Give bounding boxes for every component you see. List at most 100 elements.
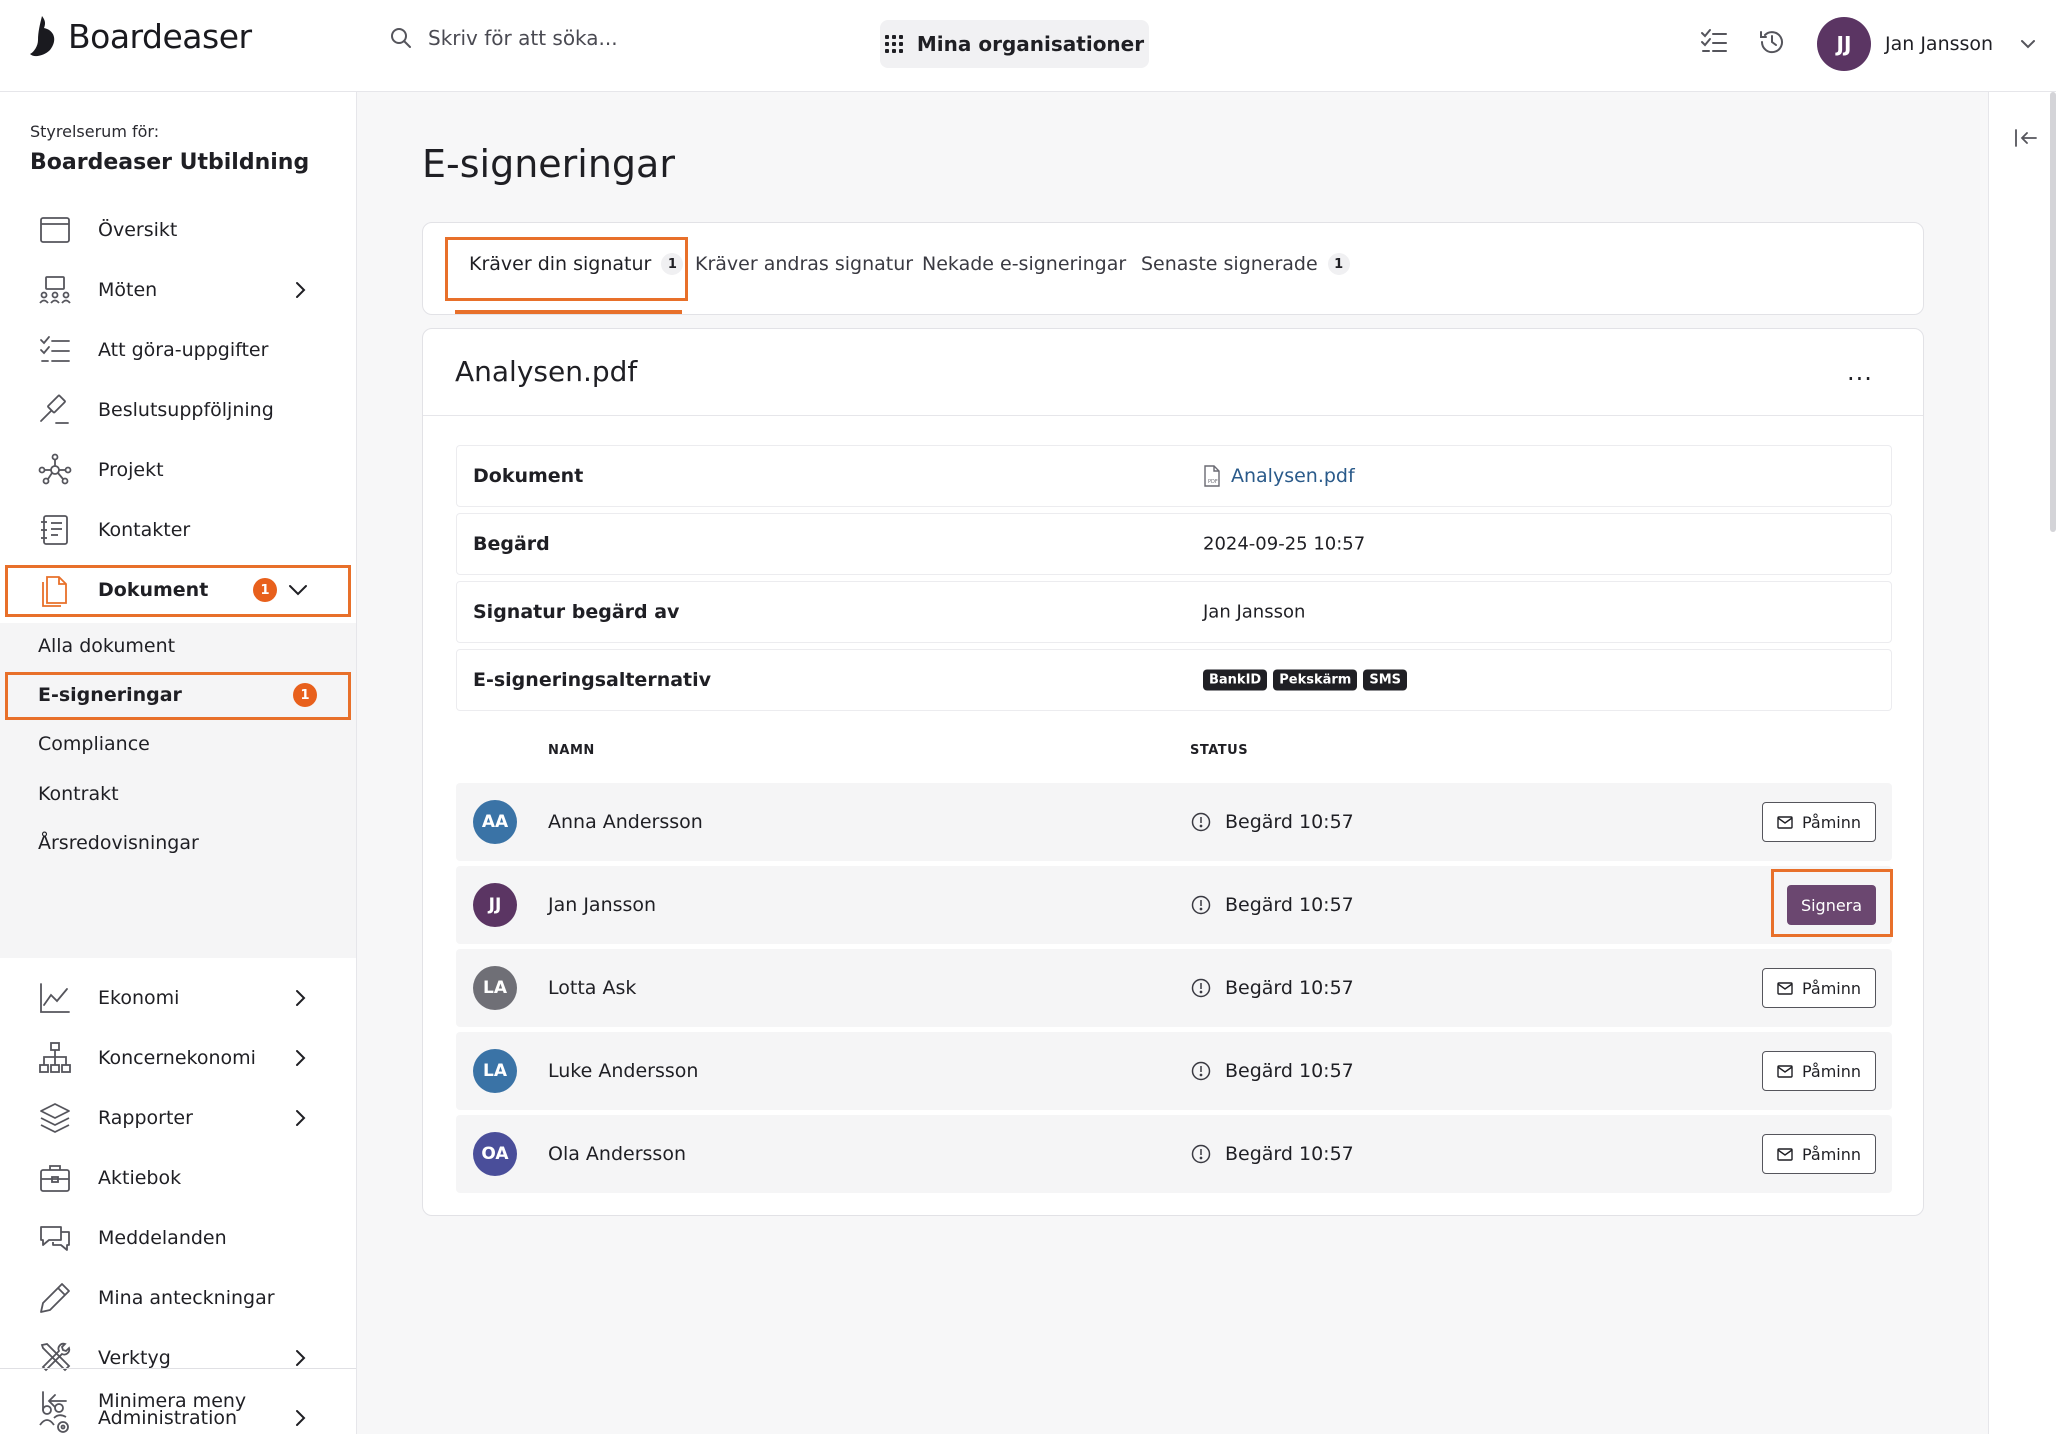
- top-bar: Boardeaser Skriv för att söka... Mina or…: [0, 0, 2056, 92]
- document-title: Analysen.pdf: [455, 355, 638, 388]
- remind-button[interactable]: Påminn: [1762, 1051, 1876, 1091]
- sidebar-item-moten[interactable]: Möten: [0, 262, 356, 318]
- submenu-item-label: Compliance: [38, 733, 150, 755]
- logo-text: Boardeaser: [68, 16, 252, 56]
- meetings-icon: [39, 276, 71, 304]
- expand-panel-button[interactable]: [2014, 128, 2038, 148]
- tab-kraver-din-signatur[interactable]: Kräver din signatur 1: [469, 253, 684, 275]
- document-card: Analysen.pdf ··· Dokument PDF Analysen.p…: [422, 328, 1924, 1216]
- sidebar-item-label: Meddelanden: [98, 1227, 227, 1249]
- collapse-left-icon: [2015, 129, 2037, 147]
- tab-senaste-signerade[interactable]: Senaste signerade 1: [1141, 253, 1350, 275]
- minimize-menu-button[interactable]: Minimera meny: [0, 1373, 356, 1429]
- collapse-left-icon: [42, 1391, 67, 1411]
- logo[interactable]: Boardeaser: [28, 14, 252, 58]
- status-text: Begärd 10:57: [1225, 977, 1354, 999]
- user-menu[interactable]: JJ Jan Jansson: [1817, 17, 2037, 71]
- search-input[interactable]: Skriv för att söka...: [428, 26, 618, 50]
- sidebar-item-aktiebok[interactable]: Aktiebok: [0, 1150, 356, 1206]
- sidebar-item-label: Projekt: [98, 459, 164, 481]
- remind-button[interactable]: Påminn: [1762, 968, 1876, 1008]
- avatar: JJ: [473, 883, 517, 927]
- submenu-item-arsredovisningar[interactable]: Årsredovisningar: [0, 820, 356, 866]
- org-chart-icon: [39, 1042, 71, 1073]
- clock-alert-icon: [1191, 1061, 1211, 1081]
- mail-icon: [1777, 1147, 1793, 1161]
- chevron-down-icon: [2021, 40, 2036, 49]
- org-name: Boardeaser Utbildning: [30, 150, 310, 175]
- sidebar-item-label: Beslutsuppföljning: [98, 399, 274, 421]
- sidebar-item-mina-anteckningar[interactable]: Mina anteckningar: [0, 1270, 356, 1326]
- document-link[interactable]: Analysen.pdf: [1231, 465, 1355, 487]
- signer-name: Lotta Ask: [548, 977, 637, 999]
- tab-nekade-e-signeringar[interactable]: Nekade e-signeringar: [922, 253, 1126, 275]
- table-row: LA Lotta Ask Begärd 10:57 Påminn: [456, 949, 1892, 1027]
- sidebar-item-label: Dokument: [98, 579, 209, 601]
- signer-status: Begärd 10:57: [1191, 1143, 1354, 1165]
- tasks-icon: [40, 336, 70, 362]
- info-row-begard: Begärd 2024-09-25 10:57: [456, 513, 1892, 575]
- info-value: PDF Analysen.pdf: [1203, 465, 1355, 487]
- avatar: LA: [473, 966, 517, 1010]
- search-bar[interactable]: Skriv för att söka...: [390, 26, 618, 50]
- submenu-item-compliance[interactable]: Compliance: [0, 721, 356, 767]
- sidebar-item-kontakter[interactable]: Kontakter: [0, 502, 356, 558]
- table-row: JJ Jan Jansson Begärd 10:57 Signera: [456, 866, 1892, 944]
- sidebar-item-meddelanden[interactable]: Meddelanden: [0, 1210, 356, 1266]
- clock-alert-icon: [1191, 1144, 1211, 1164]
- organizations-button[interactable]: Mina organisationer: [880, 20, 1149, 68]
- pencil-icon: [40, 1283, 70, 1313]
- info-value: BankID Pekskärm SMS: [1203, 669, 1409, 691]
- submenu-item-alla-dokument[interactable]: Alla dokument: [0, 623, 356, 669]
- history-button[interactable]: [1758, 28, 1786, 56]
- info-value: Jan Jansson: [1203, 601, 1306, 623]
- sidebar-item-beslutsuppfoljning[interactable]: Beslutsuppföljning: [0, 382, 356, 438]
- info-row-requested-by: Signatur begärd av Jan Jansson: [456, 581, 1892, 643]
- tab-label: Kräver andras signatur: [695, 253, 914, 275]
- clock-alert-icon: [1191, 895, 1211, 915]
- submenu-item-e-signeringar[interactable]: E-signeringar 1: [0, 672, 356, 718]
- sign-button[interactable]: Signera: [1787, 885, 1876, 925]
- info-key: Signatur begärd av: [473, 601, 680, 623]
- signer-name: Luke Andersson: [548, 1060, 699, 1082]
- tasks-button[interactable]: [1700, 28, 1728, 56]
- remind-label: Påminn: [1801, 978, 1862, 998]
- table-row: AA Anna Andersson Begärd 10:57 Påminn: [456, 783, 1892, 861]
- sidebar-item-koncernekonomi[interactable]: Koncernekonomi: [0, 1030, 356, 1086]
- user-name: Jan Jansson: [1885, 33, 1994, 55]
- sidebar-item-dokument[interactable]: Dokument 1: [0, 562, 356, 618]
- mail-icon: [1777, 815, 1793, 829]
- status-text: Begärd 10:57: [1225, 894, 1354, 916]
- submenu-item-label: Alla dokument: [38, 635, 176, 657]
- remind-label: Påminn: [1801, 1144, 1862, 1164]
- method-badge: BankID: [1203, 669, 1268, 691]
- sidebar-item-oversikt[interactable]: Översikt: [0, 202, 356, 258]
- checklist-icon: [1701, 29, 1727, 52]
- tab-count: 1: [661, 253, 684, 275]
- method-badge: SMS: [1363, 669, 1407, 691]
- tab-kraver-andras-signatur[interactable]: Kräver andras signatur: [695, 253, 913, 275]
- badge: 1: [293, 683, 317, 707]
- more-options-button[interactable]: ···: [1847, 365, 1873, 393]
- history-icon: [1760, 31, 1783, 54]
- column-header-status: STATUS: [1190, 743, 1249, 758]
- info-key: Dokument: [473, 465, 584, 487]
- remind-button[interactable]: Påminn: [1762, 802, 1876, 842]
- sidebar-item-projekt[interactable]: Projekt: [0, 442, 356, 498]
- signer-name: Ola Andersson: [548, 1143, 686, 1165]
- info-row-methods: E-signeringsalternativ BankID Pekskärm S…: [456, 649, 1892, 711]
- avatar: OA: [473, 1132, 517, 1176]
- sidebar-item-rapporter[interactable]: Rapporter: [0, 1090, 356, 1146]
- chevron-right-icon: [296, 1350, 306, 1366]
- signer-status: Begärd 10:57: [1191, 977, 1354, 999]
- sidebar-item-label: Mina anteckningar: [98, 1287, 275, 1309]
- avatar: LA: [473, 1049, 517, 1093]
- scrollbar[interactable]: [2050, 92, 2056, 532]
- signer-name: Anna Andersson: [548, 811, 703, 833]
- remind-button[interactable]: Påminn: [1762, 1134, 1876, 1174]
- document-icon: [42, 576, 67, 607]
- submenu-item-kontrakt[interactable]: Kontrakt: [0, 771, 356, 817]
- sidebar-item-ekonomi[interactable]: Ekonomi: [0, 970, 356, 1026]
- tab-label: Nekade e-signeringar: [922, 253, 1127, 275]
- sidebar-item-att-gora[interactable]: Att göra-uppgifter: [0, 322, 356, 378]
